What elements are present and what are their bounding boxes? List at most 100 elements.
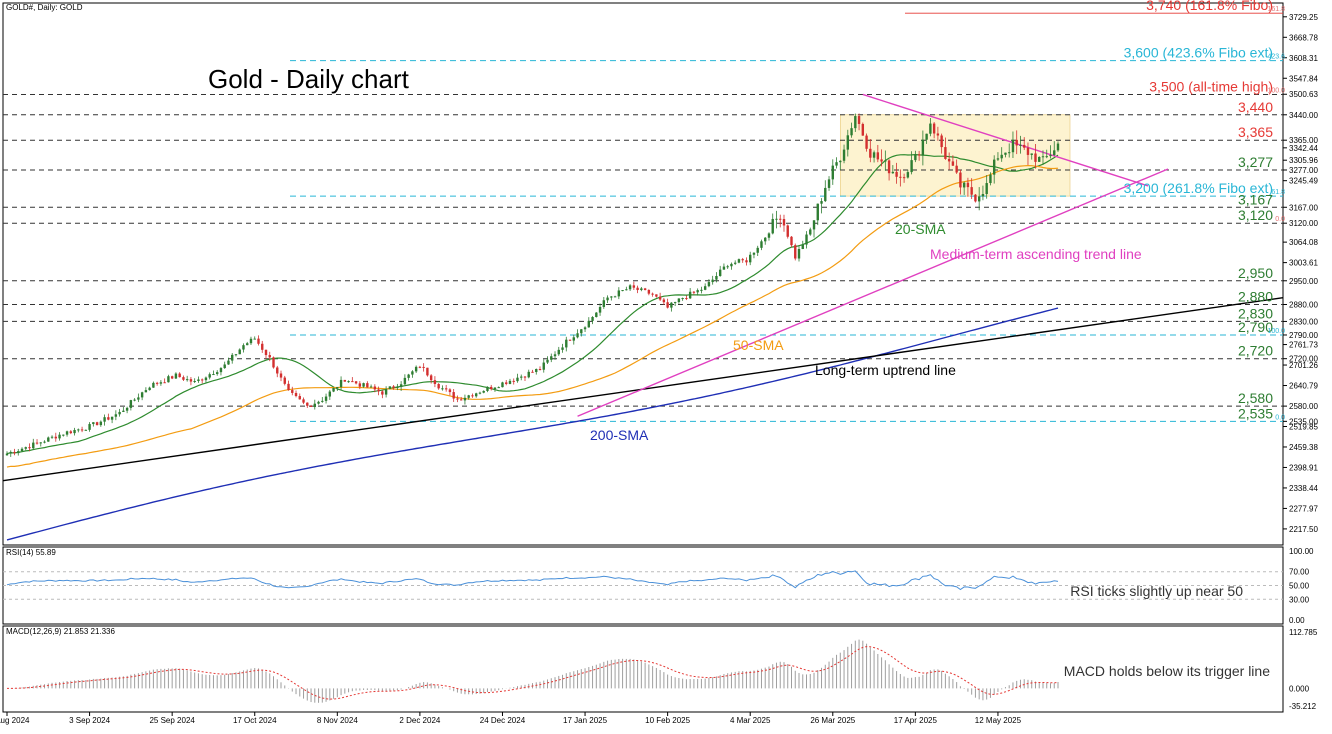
candle-body xyxy=(20,448,24,452)
candle-body xyxy=(985,183,988,195)
candle-body xyxy=(302,399,305,403)
candle-body xyxy=(921,139,925,156)
candle-body xyxy=(69,431,73,434)
y-tick-label: 2880.00 xyxy=(1289,300,1318,309)
candle-body xyxy=(482,390,485,393)
rsi-tick: 70.00 xyxy=(1289,568,1310,577)
y-tick-label: 2459.38 xyxy=(1289,443,1318,452)
candle-body xyxy=(35,442,39,444)
candle-body xyxy=(955,165,958,173)
candle-body xyxy=(414,366,418,372)
candle-body xyxy=(249,338,253,344)
x-tick-label: 3 Sep 2024 xyxy=(69,716,110,725)
candle-body xyxy=(407,374,410,378)
candle-body xyxy=(1045,156,1048,158)
y-tick-label: 3167.00 xyxy=(1289,203,1318,212)
level-label-4: 3,365 xyxy=(1238,124,1273,140)
candle xyxy=(737,258,741,264)
y-tick-label: 3003.61 xyxy=(1289,259,1318,268)
candle-body xyxy=(1034,153,1037,162)
candle-body xyxy=(95,422,99,426)
candle-body xyxy=(399,384,403,388)
candle-body xyxy=(43,441,46,443)
candle-body xyxy=(899,176,902,178)
candle-body xyxy=(512,380,515,382)
candle-body xyxy=(902,177,906,179)
candle-body xyxy=(786,225,789,237)
candle-body xyxy=(572,337,575,341)
candle-body xyxy=(951,161,955,166)
candle-body xyxy=(910,160,913,173)
candle-body xyxy=(62,434,65,436)
candle-body xyxy=(583,327,587,330)
macd-tick: -35.212 xyxy=(1289,702,1317,711)
candle-body xyxy=(591,317,594,321)
candle xyxy=(343,379,347,382)
candle-body xyxy=(178,373,181,378)
candle-body xyxy=(756,247,759,253)
y-tick-label: 2761.73 xyxy=(1289,341,1318,350)
candle-body xyxy=(317,401,320,404)
level-label-1: 3,600 (423.6% Fibo ext) xyxy=(1124,45,1273,61)
candle-body xyxy=(636,287,639,291)
candle-body xyxy=(580,329,583,334)
fibo-tag-1: 423.6 xyxy=(1267,54,1285,61)
candle-body xyxy=(722,266,726,270)
y-tick-label: 3245.49 xyxy=(1289,177,1318,186)
candle-body xyxy=(520,376,523,378)
candle-body xyxy=(321,400,324,402)
candle-body xyxy=(441,388,444,390)
rsi-annotation: RSI ticks slightly up near 50 xyxy=(1070,583,1243,599)
candle-body xyxy=(1019,144,1022,146)
candle-body xyxy=(839,160,842,163)
fibo-tag-5: 100.0 xyxy=(1267,328,1285,335)
candle-body xyxy=(1008,152,1011,154)
candle-body xyxy=(857,116,861,124)
candle-body xyxy=(264,349,268,356)
y-tick-label: 2701.26 xyxy=(1289,361,1318,370)
candle-body xyxy=(884,160,887,162)
candle-body xyxy=(966,182,970,188)
candle-body xyxy=(546,359,549,363)
candle-body xyxy=(700,289,703,291)
candle-body xyxy=(974,194,977,202)
candle-body xyxy=(726,266,729,268)
y-tick-label: 2338.44 xyxy=(1289,484,1318,493)
rsi-tick: 50.00 xyxy=(1289,582,1310,591)
candle-body xyxy=(1049,155,1052,157)
candle-body xyxy=(643,288,647,290)
candle-body xyxy=(298,396,301,400)
chart-title: Gold - Daily chart xyxy=(208,64,410,94)
candle-body xyxy=(148,387,151,391)
y-tick-label: 3120.00 xyxy=(1289,219,1318,228)
candle-body xyxy=(272,357,275,368)
y-tick-label: 2398.91 xyxy=(1289,463,1318,472)
candle-body xyxy=(666,302,669,308)
candle-body xyxy=(246,343,249,346)
candle-body xyxy=(140,392,144,398)
candle-body xyxy=(733,262,737,264)
candle-body xyxy=(354,381,358,384)
candle-body xyxy=(587,320,591,328)
candle-body xyxy=(107,417,110,420)
rsi-tick: 30.00 xyxy=(1289,595,1310,604)
candle-body xyxy=(347,381,350,383)
candle-body xyxy=(411,371,414,375)
candle-body xyxy=(895,171,898,177)
macd-tick: 0.000 xyxy=(1289,684,1310,693)
long-trend-label: Long-term uptrend line xyxy=(815,362,956,378)
candle-body xyxy=(640,288,643,291)
candle-body xyxy=(824,187,827,202)
candle-body xyxy=(685,298,688,300)
candle-body xyxy=(388,386,392,389)
candle-body xyxy=(673,302,677,304)
candle-body xyxy=(403,377,407,385)
candle-body xyxy=(632,285,636,288)
candle-body xyxy=(103,417,106,422)
candle-body xyxy=(752,252,756,255)
candle-body xyxy=(1053,150,1056,156)
candle-body xyxy=(625,289,628,291)
candle-body xyxy=(670,302,673,308)
candle-body xyxy=(812,220,816,230)
candle-body xyxy=(283,377,286,384)
